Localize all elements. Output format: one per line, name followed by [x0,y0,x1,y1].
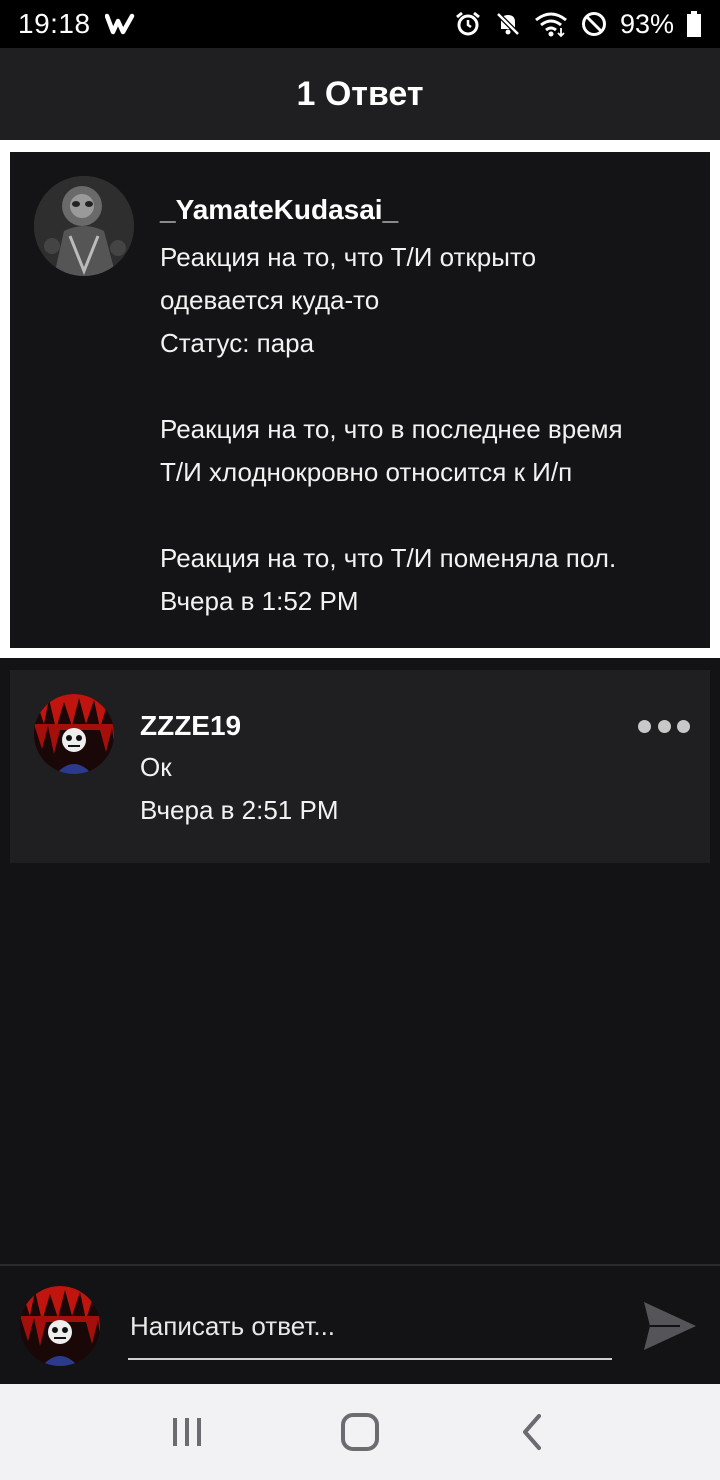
avatar[interactable] [34,694,114,774]
parent-comment-highlight: _YamateKudasai_ Реакция на то, что Т/И о… [0,140,720,658]
home-button[interactable] [330,1402,390,1462]
reply-timestamp: Вчера в 2:51 PM [140,795,339,825]
reply-username[interactable]: ZZZE19 [140,706,600,746]
reply-item: ZZZE19 Ок Вчера в 2:51 PM [10,670,710,863]
back-icon [523,1414,542,1450]
recent-apps-button[interactable] [157,1402,217,1462]
battery-percent: 93% [619,8,674,39]
system-nav-bar [0,1384,720,1480]
more-dot-icon [638,719,651,733]
do-not-disturb-icon [580,10,608,38]
alarm-icon [454,10,482,38]
parent-comment-body: _YamateKudasai_ Реакция на то, что Т/И о… [160,190,690,623]
page-title: 1 Ответ [296,74,424,113]
comment-timestamp: Вчера в 1:52 PM [160,586,359,616]
more-dot-icon [677,719,690,733]
wifi-icon [534,10,568,38]
comment-username[interactable]: _YamateKudasai_ [160,190,690,230]
wattpad-icon [104,13,135,35]
send-button[interactable] [640,1296,700,1356]
status-time: 19:18 [18,8,91,39]
avatar[interactable] [34,176,134,276]
status-right: 93% [454,9,702,40]
reply-input[interactable] [128,1294,612,1360]
comment-text: Реакция на то, что Т/И открыто одевается… [160,242,623,573]
mute-icon [494,10,522,38]
current-user-avatar [20,1286,100,1366]
back-button[interactable] [503,1402,563,1462]
status-bar: 19:18 93% [0,0,720,48]
parent-comment: _YamateKudasai_ Реакция на то, что Т/И о… [10,152,710,648]
reply-input-bar [0,1264,720,1384]
home-icon [340,1413,379,1451]
reply-body: ZZZE19 Ок Вчера в 2:51 PM [140,706,600,832]
send-icon [644,1302,696,1350]
battery-icon [686,10,702,38]
more-options-button[interactable] [638,714,690,738]
reply-text: Ок [140,752,172,782]
recent-apps-icon [172,1418,201,1446]
more-dot-icon [657,719,671,733]
status-left: 19:18 [18,8,135,40]
header: 1 Ответ [0,48,720,140]
